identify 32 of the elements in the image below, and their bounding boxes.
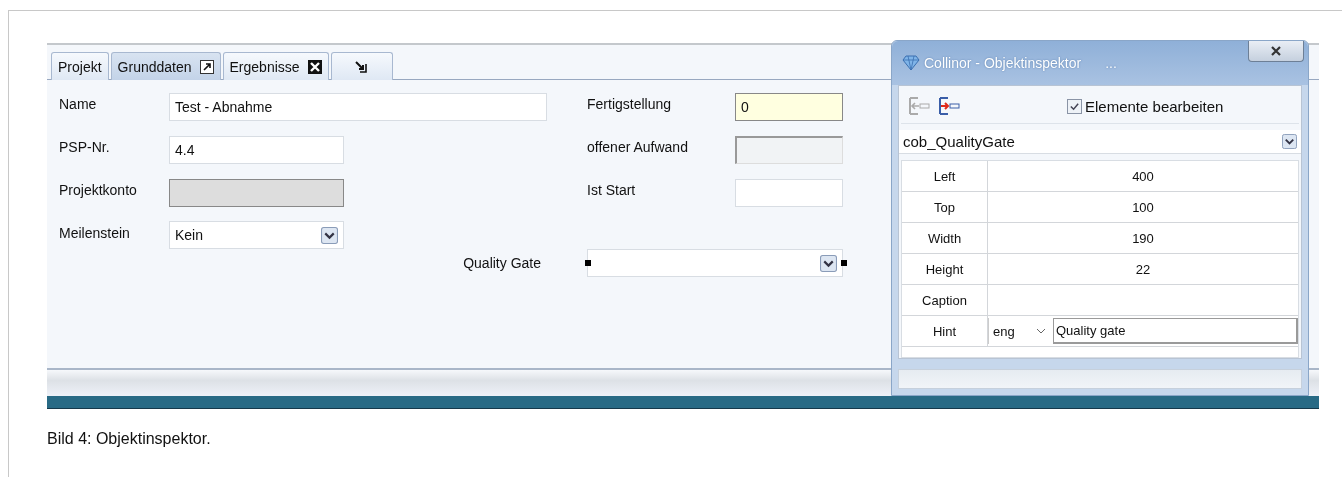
field-label: Ist Start	[587, 181, 637, 198]
property-name: Height	[902, 254, 988, 284]
input-field[interactable]: Kein	[169, 221, 344, 249]
tab[interactable]: Ergebnisse	[222, 52, 329, 80]
property-value[interactable]: 400	[988, 161, 1298, 191]
tab[interactable]: Projekt	[51, 52, 109, 80]
edit-elements-checkbox[interactable]: Elemente bearbeiten	[1067, 97, 1224, 115]
window-title-suffix: ...	[1105, 55, 1117, 71]
field-label: Meilenstein	[59, 224, 131, 241]
input-field[interactable]: 0	[735, 93, 843, 121]
field-label: Name	[59, 95, 98, 112]
property-name: Width	[902, 223, 988, 253]
property-name: Top	[902, 192, 988, 222]
object-select[interactable]: cob_QualityGate	[899, 129, 1301, 154]
tab[interactable]: Grunddaten	[110, 52, 221, 80]
input-field[interactable]: 4.4	[169, 136, 344, 164]
language-select[interactable]: eng	[988, 318, 1052, 344]
property-value[interactable]: 100	[988, 192, 1298, 222]
property-value[interactable]: 22	[988, 254, 1298, 284]
property-name: Left	[902, 161, 988, 191]
property-name: Hint	[902, 316, 988, 346]
field-label: PSP-Nr.	[59, 138, 111, 155]
field-label: Fertigstellung	[587, 95, 673, 112]
field-label: offener Aufwand	[587, 138, 689, 155]
property-value[interactable]: 190	[988, 223, 1298, 253]
field-label: Projektkonto	[59, 181, 138, 198]
window-title: Collinor - Objektinspektor	[924, 55, 1082, 71]
field-label: Quality Gate	[463, 254, 541, 271]
input-field[interactable]: Test - Abnahme	[169, 93, 547, 121]
property-name: Caption	[902, 285, 988, 315]
figure-caption: Bild 4: Objektinspektor.	[47, 430, 212, 448]
input-field[interactable]: Quality gate	[1053, 318, 1298, 344]
